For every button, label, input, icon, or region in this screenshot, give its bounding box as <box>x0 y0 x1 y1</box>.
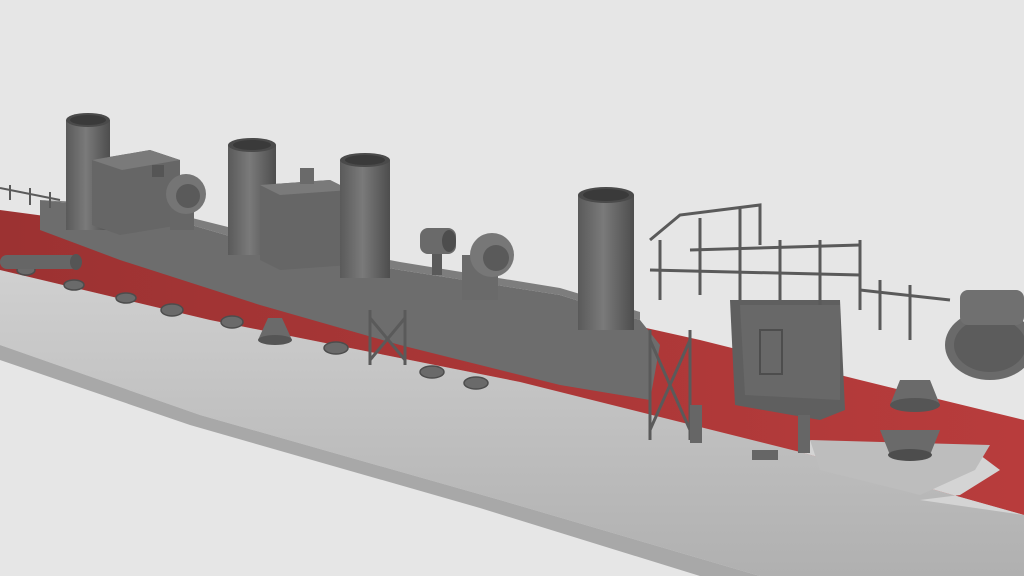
deck-ventilator-base <box>258 335 292 345</box>
funnel-3 <box>340 153 390 278</box>
stern-railing <box>0 185 61 208</box>
render-viewport <box>0 0 1024 576</box>
funnel-4 <box>578 187 634 330</box>
ship-render <box>0 113 1024 576</box>
bridge-face <box>740 305 840 400</box>
deck-pipe <box>0 254 82 270</box>
